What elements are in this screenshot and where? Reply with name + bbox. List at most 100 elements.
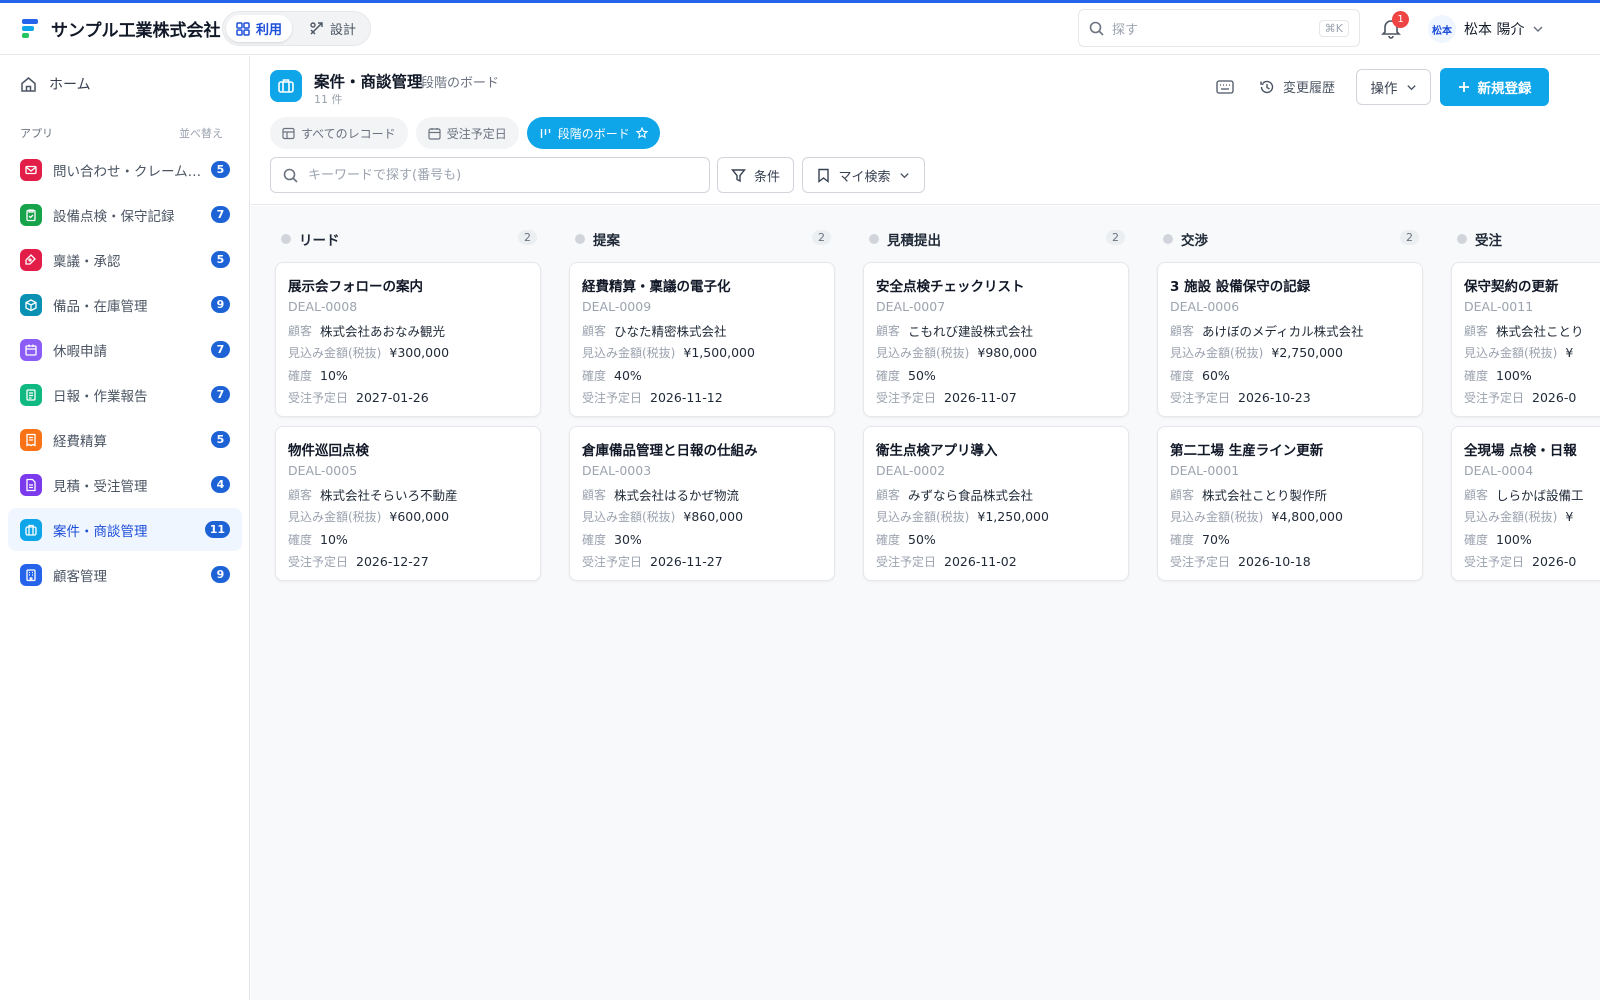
user-menu[interactable]: 松本 松本 陽介 (1428, 15, 1544, 43)
deal-card[interactable]: 全現場 点検・日報 DEAL-0004 顧客 しらかば設備工 見込み金額(税抜) ¥ 確度 1… (1451, 426, 1600, 581)
table-icon (282, 127, 295, 139)
field-label: 見込み金額(税抜) (1464, 346, 1558, 361)
sidebar-item-3[interactable]: 備品・在庫管理 9 (8, 283, 242, 326)
column-count: 2 (1106, 230, 1125, 245)
sidebar-item-label: 見積・受注管理 (53, 478, 148, 495)
deal-card[interactable]: 第二工場 生産ライン更新 DEAL-0001 顧客 株式会社ことり製作所 見込み金額(税… (1157, 426, 1423, 581)
column-count: 2 (1400, 230, 1419, 245)
sidebar-item-4[interactable]: 休暇申請 7 (8, 328, 242, 371)
sidebar-item-9[interactable]: 顧客管理 9 (8, 553, 242, 596)
deal-customer: 株式会社そらいろ不動産 (320, 487, 458, 503)
field-label: 確度 (582, 368, 607, 383)
main-content: 案件・商談管理 段階のボード 11 件 変更履歴 操作 新規登録 すべてのレコー… (251, 56, 1600, 1000)
filter-icon (731, 168, 746, 182)
conditions-button[interactable]: 条件 (717, 157, 794, 193)
deal-card[interactable]: 衛生点検アプリ導入 DEAL-0002 顧客 みずなら食品株式会社 見込み金額(税抜) ¥… (863, 426, 1129, 581)
box-icon (20, 293, 42, 316)
tab-stage-board[interactable]: 段階のボード (526, 117, 660, 149)
tab-order-date-label: 受注予定日 (446, 126, 507, 141)
mode-use-button[interactable]: 利用 (226, 15, 293, 42)
plus-icon (1458, 82, 1469, 92)
deal-card[interactable]: 保守契約の更新 DEAL-0011 顧客 株式会社ことり 見込み金額(税抜) ¥ 確度 100… (1451, 262, 1600, 417)
building-icon (20, 563, 42, 586)
column-header: 提案 2 (569, 228, 835, 250)
deal-date-row: 受注予定日 2026-10-23 (1170, 387, 1410, 410)
deal-title: 第二工場 生産ライン更新 (1170, 443, 1324, 459)
deal-probability: 10% (320, 531, 348, 547)
sidebar-home-label: ホーム (49, 77, 91, 93)
sidebar-item-count: 7 (211, 386, 230, 403)
deal-probability-row: 確度 50% (876, 528, 1116, 551)
sidebar-item-label: 日報・作業報告 (53, 388, 148, 405)
keyboard-icon[interactable] (1215, 78, 1235, 96)
page-subtitle: 段階のボード (421, 76, 500, 91)
sidebar-home[interactable]: ホーム (20, 74, 91, 94)
sidebar-item-0[interactable]: 問い合わせ・クレーム管理 5 (8, 148, 242, 191)
briefcase-icon (270, 70, 302, 102)
mode-switch: 利用 設計 (222, 11, 371, 46)
field-label: 見込み金額(税抜) (1170, 510, 1264, 525)
star-icon[interactable] (635, 127, 648, 139)
column-title: 提案 (593, 233, 620, 249)
board-column: 見積提出 2 安全点検チェックリスト DEAL-0007 顧客 こもれび建設株式会社 見込み… (863, 228, 1129, 590)
deal-amount: ¥2,750,000 (1271, 345, 1343, 361)
record-count: 11 件 (314, 93, 343, 106)
sidebar-item-5[interactable]: 日報・作業報告 7 (8, 373, 242, 416)
field-label: 見込み金額(税抜) (582, 346, 676, 361)
tab-all-records[interactable]: すべてのレコード (270, 117, 408, 149)
deal-card[interactable]: 倉庫備品管理と日報の仕組み DEAL-0003 顧客 株式会社はるかぜ物流 見込み金額(… (569, 426, 835, 581)
mode-design-button[interactable]: 設計 (299, 15, 366, 42)
deal-customer-row: 顧客 株式会社そらいろ不動産 (288, 483, 528, 506)
conditions-label: 条件 (753, 169, 780, 185)
column-header: リード 2 (275, 228, 541, 250)
page-title: 案件・商談管理 (314, 73, 423, 91)
keyword-search (270, 157, 710, 193)
sort-apps-link[interactable]: 並べ替え (179, 125, 223, 141)
my-search-dropdown[interactable]: マイ検索 (802, 157, 925, 193)
calendar-icon (428, 127, 441, 140)
deal-card[interactable]: 経費精算・稟議の電子化 DEAL-0009 顧客 ひなた精密株式会社 見込み金額(税抜)… (569, 262, 835, 417)
stage-dot (1457, 234, 1467, 244)
field-label: 見込み金額(税抜) (288, 346, 382, 361)
field-label: 受注予定日 (582, 391, 643, 406)
deal-date-row: 受注予定日 2026-10-18 (1170, 551, 1410, 574)
deal-card[interactable]: 展示会フォローの案内 DEAL-0008 顧客 株式会社あおなみ観光 見込み金額(税抜)… (275, 262, 541, 417)
logo-icon (22, 19, 38, 38)
mode-use-label: 利用 (256, 23, 283, 38)
keyword-search-input[interactable] (308, 167, 697, 183)
sidebar-item-6[interactable]: 経費精算 5 (8, 418, 242, 461)
operations-dropdown[interactable]: 操作 (1356, 69, 1431, 105)
history-button[interactable]: 変更履歴 (1259, 77, 1335, 96)
tab-stage-board-label: 段階のボード (557, 126, 630, 141)
deal-probability-row: 確度 50% (876, 364, 1116, 387)
tab-order-date[interactable]: 受注予定日 (415, 117, 519, 149)
deal-card[interactable]: 安全点検チェックリスト DEAL-0007 顧客 こもれび建設株式会社 見込み金額(税抜… (863, 262, 1129, 417)
field-label: 確度 (288, 532, 313, 547)
my-search-label: マイ検索 (838, 169, 891, 185)
card-list: 保守契約の更新 DEAL-0011 顧客 株式会社ことり 見込み金額(税抜) ¥ 確度 100… (1451, 262, 1600, 581)
sidebar-item-8[interactable]: 案件・商談管理 11 (8, 508, 242, 551)
deal-card[interactable]: 物件巡回点検 DEAL-0005 顧客 株式会社そらいろ不動産 見込み金額(税抜) ¥60… (275, 426, 541, 581)
field-label: 顧客 (876, 487, 901, 502)
sidebar-item-2[interactable]: 稟議・承認 5 (8, 238, 242, 281)
new-record-button[interactable]: 新規登録 (1440, 68, 1549, 106)
field-label: 顧客 (1464, 323, 1489, 338)
field-label: 顧客 (1170, 323, 1195, 338)
deal-amount: ¥1,250,000 (977, 509, 1049, 525)
deal-title: 経費精算・稟議の電子化 (582, 279, 731, 295)
deal-date-row: 受注予定日 2026-0 (1464, 387, 1600, 410)
deal-customer: ひなた精密株式会社 (614, 323, 727, 339)
sidebar-item-7[interactable]: 見積・受注管理 4 (8, 463, 242, 506)
deal-date: 2026-12-27 (356, 554, 429, 570)
sidebar-item-1[interactable]: 設備点検・保守記録 7 (8, 193, 242, 236)
deal-id: DEAL-0004 (1464, 463, 1534, 478)
field-label: 確度 (876, 368, 901, 383)
field-label: 顧客 (1170, 487, 1195, 502)
global-search-input[interactable]: 探す ⌘K (1078, 9, 1360, 47)
document-icon (20, 473, 42, 496)
field-label: 確度 (288, 368, 313, 383)
deal-customer-row: 顧客 株式会社ことり製作所 (1170, 483, 1410, 506)
field-label: 受注予定日 (582, 555, 643, 570)
deal-card[interactable]: 3 施設 設備保守の記録 DEAL-0006 顧客 あけぼのメディカル株式会社 見込み金… (1157, 262, 1423, 417)
field-label: 受注予定日 (876, 555, 937, 570)
